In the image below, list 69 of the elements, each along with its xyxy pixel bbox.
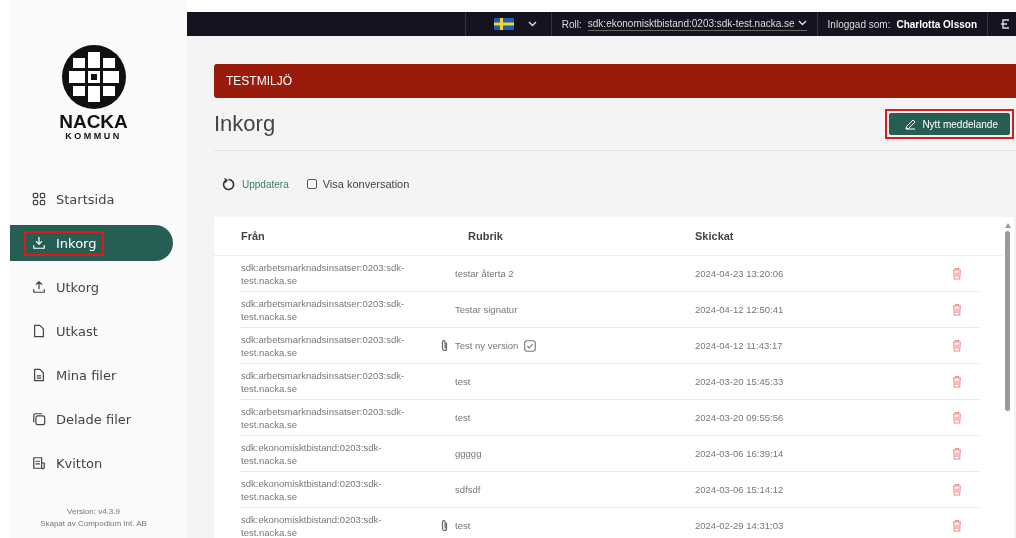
table-cell: test (455, 411, 471, 424)
download-icon (32, 236, 46, 250)
logo-name: NACKA (59, 113, 128, 131)
trash-icon[interactable] (952, 303, 962, 316)
nav-item[interactable]: Mina filer (10, 357, 173, 393)
nav-item[interactable]: Utkorg (10, 269, 173, 305)
nav-item[interactable]: Delade filer (10, 401, 173, 437)
highlight-frame: Inkorg (24, 230, 105, 256)
table-cell-text: 2024-02-29 14:31:03 (695, 519, 785, 532)
table-cell-text: 2024-04-23 13:20:06 (695, 267, 785, 280)
table-cell-text: sdk:arbetsmarknadsinsatser:0203:sdk-test.nacka.se (241, 404, 406, 431)
trash-icon[interactable] (952, 519, 962, 532)
environment-banner: TESTMILJÖ (214, 64, 1016, 98)
document-icon (32, 368, 46, 382)
file-icon (32, 324, 46, 338)
table-cell: test (455, 375, 471, 388)
show-conversation-checkbox[interactable]: Visa konversation (306, 178, 410, 190)
table-cell: Testar signatur (455, 303, 518, 316)
logo-icon (60, 44, 127, 110)
trash-icon[interactable] (952, 267, 962, 280)
trash-icon[interactable] (952, 411, 962, 424)
column-header[interactable]: Skickat (695, 230, 935, 242)
footer-text: Skapat av Compodium Int. AB (40, 518, 147, 530)
table-cell: sdfsdf (455, 483, 481, 496)
logo-subtitle: KOMMUN (65, 131, 122, 141)
page-title: Inkorg (214, 111, 276, 137)
trash-icon[interactable] (952, 339, 962, 352)
role-dropdown[interactable]: sdk:ekonomisktbistand:0203:sdk-test.nacka.se (587, 17, 807, 31)
grid-icon (32, 192, 46, 206)
nav-item[interactable]: Kvitton (10, 445, 173, 481)
table-cell-text: sdk:arbetsmarknadsinsatser:0203:sdk-test.nacka.se (241, 296, 406, 323)
table-cell-text: 2024-03-20 09:55:56 (695, 411, 785, 424)
flag-icon (493, 18, 514, 30)
nav-item[interactable]: Inkorg (10, 225, 173, 261)
trash-icon[interactable] (952, 483, 962, 496)
copy-icon (32, 412, 46, 426)
chevron-down-icon (527, 21, 537, 27)
table-cell-text: sdk:ekonomisktbistand:0203:sdk-test.nacka.se (241, 512, 383, 538)
table-cell-text: 2024-04-12 12:50:41 (695, 303, 785, 316)
table-cell-text: 2024-03-06 15:14:12 (695, 483, 785, 496)
table-cell-text: 2024-03-06 16:39:14 (695, 447, 785, 460)
upload-icon (32, 280, 46, 294)
table-cell: test (455, 519, 471, 532)
column-header[interactable]: Från (241, 230, 455, 242)
trash-icon[interactable] (952, 447, 962, 460)
table-cell-text: sdk:ekonomisktbistand:0203:sdk-test.nacka.se (241, 440, 383, 467)
table-cell: ggggg (455, 447, 482, 460)
refresh-icon (222, 177, 235, 191)
column-header[interactable]: Rubrik (455, 230, 695, 242)
nav-item[interactable]: Startsida (10, 181, 173, 217)
table-cell-text: sdk:ekonomisktbistand:0203:sdk-test.nacka.se (241, 476, 383, 503)
table-cell-text: sdk:arbetsmarknadsinsatser:0203:sdk-test.nacka.se (241, 368, 406, 395)
logged-in-label: Inloggad som: (827, 18, 891, 30)
table-cell-text: 2024-04-12 11:43:17 (695, 339, 784, 352)
footer-text: Version: v4.3.9 (67, 506, 120, 518)
trash-icon[interactable] (952, 375, 962, 388)
table-cell: Test ny version (455, 339, 519, 352)
receipt-icon (32, 456, 46, 470)
table-cell-text: sdk:arbetsmarknadsinsatser:0203:sdk-test.nacka.se (241, 332, 406, 359)
table-cell-text: 2024-03-20 15:45:33 (695, 375, 785, 388)
table-cell-text: sdk:arbetsmarknadsinsatser:0203:sdk-test.nacka.se (241, 260, 406, 287)
role-label: Roll: (561, 18, 582, 30)
refresh-button[interactable]: Uppdatera (222, 177, 289, 191)
user-name: Charlotta Olsson (896, 18, 977, 30)
nav-item[interactable]: Utkast (10, 313, 173, 349)
new-message-button[interactable]: Nytt meddelande (889, 113, 1010, 135)
table-cell: testar återta 2 (455, 267, 514, 280)
pencil-icon (905, 118, 917, 130)
chevron-down-icon (797, 20, 807, 26)
